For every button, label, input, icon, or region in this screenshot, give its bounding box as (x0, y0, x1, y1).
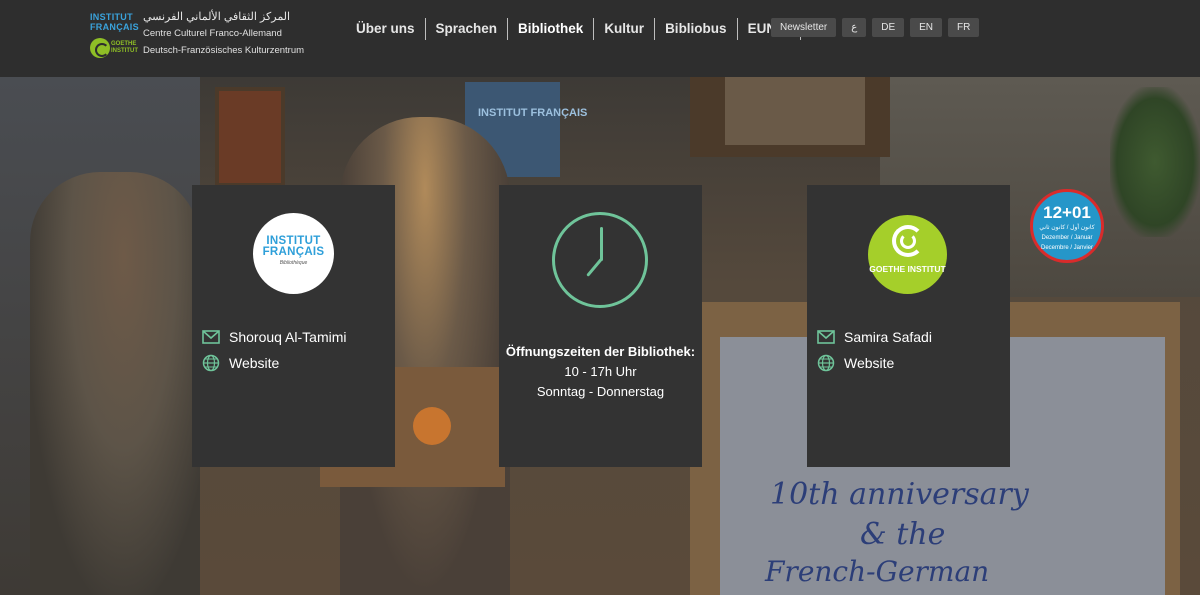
lang-button-arabic[interactable]: ع (842, 18, 867, 37)
goethe-ring-inner (900, 233, 916, 249)
nav-item-bibliobus[interactable]: Bibliobus (655, 18, 738, 40)
mail-icon (202, 328, 220, 346)
goethe-ring-icon (90, 38, 110, 58)
logo-french-name: Centre Culturel Franco-Allemand (143, 28, 282, 39)
sticker-line-german: Dezember / Januar (1041, 235, 1093, 241)
logo-german-name: Deutsch-Französisches Kulturzentrum (143, 45, 305, 56)
clock-icon (552, 212, 648, 308)
logo-arabic-name: المركز الثقافي الألماني الفرنسي (143, 11, 291, 23)
photo-poster (215, 87, 285, 187)
goethe-logo-text: GOETHE INSTITUT (111, 41, 138, 54)
if-logo-subtitle: Bibliothèque (279, 260, 308, 266)
board-text-line1: 10th anniversary (770, 477, 1029, 512)
institut-francais-card: INSTITUT FRANÇAIS Bibliothèque Shorouq A… (192, 185, 395, 467)
lang-button-en[interactable]: EN (910, 18, 943, 37)
email-name-left: Shorouq Al-Tamimi (229, 329, 347, 345)
lang-button-de[interactable]: DE (872, 18, 905, 37)
opening-hours-days: Sonntag - Donnerstag (536, 384, 665, 399)
opening-hours-time: 10 - 17h Uhr (564, 364, 637, 379)
if-logo-text: INSTITUT FRANÇAIS (262, 235, 325, 258)
globe-icon (817, 354, 835, 372)
mail-icon (817, 328, 835, 346)
clock-hour-hand (599, 227, 603, 261)
website-link-right[interactable]: Website (817, 354, 894, 372)
sticker-line-french: Decembre / Janvier (1040, 245, 1094, 251)
goethe-institut-card-logo: GOETHE INSTITUT (868, 215, 947, 294)
newsletter-button[interactable]: Newsletter (771, 18, 837, 37)
lang-button-fr[interactable]: FR (948, 18, 980, 37)
goethe-institut-card: GOETHE INSTITUT Samira Safadi Website (807, 185, 1010, 467)
website-label-right: Website (844, 355, 895, 371)
site-header: INSTITUT FRANÇAIS GOETHE INSTITUT المركز… (0, 0, 1200, 77)
institut-francais-card-logo: INSTITUT FRANÇAIS Bibliothèque (253, 213, 334, 294)
email-link-right[interactable]: Samira Safadi (817, 328, 932, 346)
email-name-right: Samira Safadi (844, 329, 932, 345)
website-label-left: Website (229, 355, 280, 371)
globe-icon (202, 354, 220, 372)
photo-frame-art (725, 77, 865, 145)
site-logo[interactable]: INSTITUT FRANÇAIS GOETHE INSTITUT المركز… (88, 8, 318, 68)
photo-person-boy (30, 172, 200, 595)
photo-banner-text: INSTITUT FRANÇAIS (478, 107, 588, 119)
main-nav: Über uns Sprachen Bibliothek Kultur Bibl… (346, 18, 801, 40)
photo-orange (413, 407, 451, 445)
clock-minute-hand (586, 258, 603, 277)
photo-plant (1110, 87, 1200, 237)
nav-item-bibliothek[interactable]: Bibliothek (508, 18, 595, 40)
opening-hours-title: Öffnungszeiten der Bibliothek: (505, 344, 696, 359)
website-link-left[interactable]: Website (202, 354, 279, 372)
email-link-left[interactable]: Shorouq Al-Tamimi (202, 328, 347, 346)
sticker-number: 12+01 (1043, 203, 1091, 222)
nav-item-ueber-uns[interactable]: Über uns (346, 18, 426, 40)
institut-francais-logo: INSTITUT FRANÇAIS (90, 12, 139, 32)
language-switcher: Newsletter ع DE EN FR (771, 18, 980, 37)
goethe-logo: GOETHE INSTITUT (90, 38, 138, 58)
opening-hours-card: Öffnungszeiten der Bibliothek: 10 - 17h … (499, 185, 702, 467)
board-text-line2: & the (860, 517, 946, 552)
goethe-logo-label: GOETHE INSTITUT (869, 264, 946, 274)
board-text-line3: French-German (765, 555, 990, 588)
sticker-line-arabic: كانون أول / كانون ثاني (1039, 225, 1095, 231)
nav-item-sprachen[interactable]: Sprachen (426, 18, 509, 40)
opening-hours-text: Öffnungszeiten der Bibliothek: 10 - 17h … (499, 342, 702, 402)
nav-item-kultur[interactable]: Kultur (594, 18, 656, 40)
program-sticker[interactable]: 12+01 كانون أول / كانون ثاني Dezember / … (1030, 189, 1104, 263)
